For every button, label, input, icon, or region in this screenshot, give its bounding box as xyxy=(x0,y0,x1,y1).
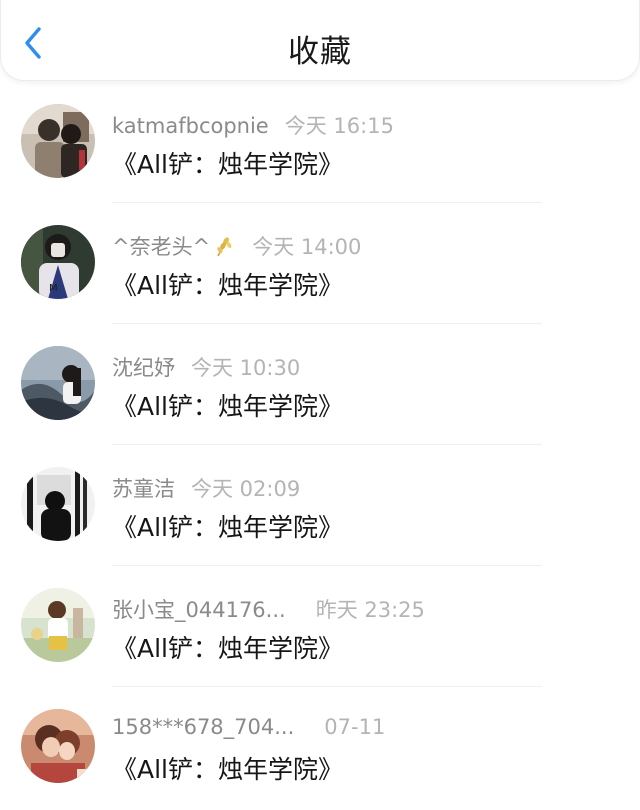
page-title: 收藏 xyxy=(288,34,352,70)
item-title[interactable]: 《All铲：烛年学院》 xyxy=(112,387,343,423)
favorite-item[interactable]: M ^奈老头^ 今天 14:00 《All铲：烛年学院》 xyxy=(0,203,640,324)
item-meta: 苏童洁 今天 02:09 xyxy=(112,473,300,503)
username[interactable]: 158***678_704... xyxy=(112,715,294,739)
username[interactable]: ^奈老头^ xyxy=(112,235,210,259)
timestamp: 今天 14:00 xyxy=(252,235,362,259)
timestamp: 昨天 23:25 xyxy=(315,598,425,622)
timestamp: 今天 10:30 xyxy=(191,356,301,380)
username[interactable]: katmafbcopnie xyxy=(112,114,269,138)
avatar[interactable] xyxy=(21,588,95,662)
avatar[interactable]: M xyxy=(21,225,95,299)
top-bar: 收藏 xyxy=(0,0,640,81)
item-title[interactable]: 《All铲：烛年学院》 xyxy=(112,629,343,665)
avatar[interactable] xyxy=(21,709,95,783)
timestamp: 今天 16:15 xyxy=(284,114,394,138)
item-meta: ^奈老头^ 今天 14:00 xyxy=(112,231,361,263)
avatar[interactable] xyxy=(21,346,95,420)
item-title[interactable]: 《All铲：烛年学院》 xyxy=(112,145,343,181)
avatar[interactable] xyxy=(21,467,95,541)
avatar[interactable] xyxy=(21,104,95,178)
favorite-item[interactable]: 张小宝_044176... 昨天 23:25 《All铲：烛年学院》 xyxy=(0,566,640,687)
timestamp: 07-11 xyxy=(324,715,386,739)
favorite-item[interactable]: 158***678_704... 07-11 《All铲：烛年学院》 xyxy=(0,687,640,808)
item-meta: 158***678_704... 07-11 xyxy=(112,715,385,739)
favorite-item[interactable]: katmafbcopnie 今天 16:15 《All铲：烛年学院》 xyxy=(0,82,640,203)
favorite-item[interactable]: 苏童洁 今天 02:09 《All铲：烛年学院》 xyxy=(0,445,640,566)
wheat-icon xyxy=(212,234,236,263)
favorite-item[interactable]: 沈纪妤 今天 10:30 《All铲：烛年学院》 xyxy=(0,324,640,445)
item-title[interactable]: 《All铲：烛年学院》 xyxy=(112,750,343,786)
svg-text:M: M xyxy=(49,283,58,294)
username[interactable]: 苏童洁 xyxy=(112,477,175,501)
item-meta: 沈纪妤 今天 10:30 xyxy=(112,352,300,382)
username[interactable]: 沈纪妤 xyxy=(112,356,175,380)
item-meta: katmafbcopnie 今天 16:15 xyxy=(112,110,394,140)
item-title[interactable]: 《All铲：烛年学院》 xyxy=(112,508,343,544)
username[interactable]: 张小宝_044176... xyxy=(112,598,286,622)
item-meta: 张小宝_044176... 昨天 23:25 xyxy=(112,594,425,624)
timestamp: 今天 02:09 xyxy=(191,477,301,501)
item-title[interactable]: 《All铲：烛年学院》 xyxy=(112,266,343,302)
